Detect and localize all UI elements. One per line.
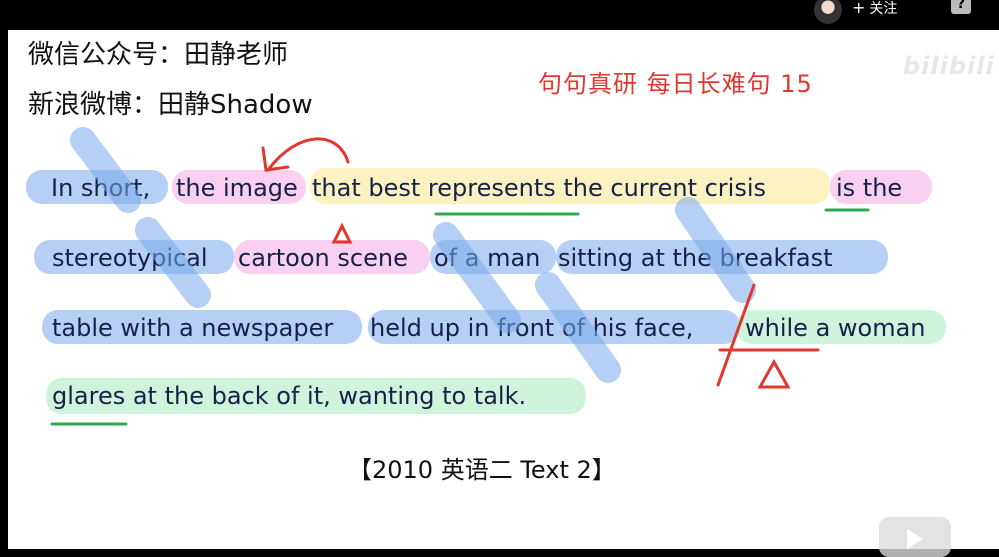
plus-icon: + [852,0,866,17]
annotation-layer [50,127,870,426]
slash-mark [135,217,211,308]
follow-label: 关注 [869,1,898,17]
arrow-curve [266,137,350,172]
triangle-mark [331,222,353,244]
follow-button[interactable]: + 关注 [852,0,897,18]
slash-mark [675,197,756,303]
slash-mark [70,127,141,213]
play-button[interactable] [879,517,951,557]
video-frame: 微信公众号：田静老师 新浪微博：田静Shadow 句句真研 每日长难句 15 b… [8,30,999,549]
video-top-bar: + 关注 ? [0,0,999,30]
triangle-mark [757,358,791,389]
uploader-avatar[interactable] [814,0,842,24]
play-icon [907,529,923,549]
slash-mark [535,272,621,383]
help-icon[interactable]: ? [951,0,971,14]
slash-mark [433,222,521,333]
